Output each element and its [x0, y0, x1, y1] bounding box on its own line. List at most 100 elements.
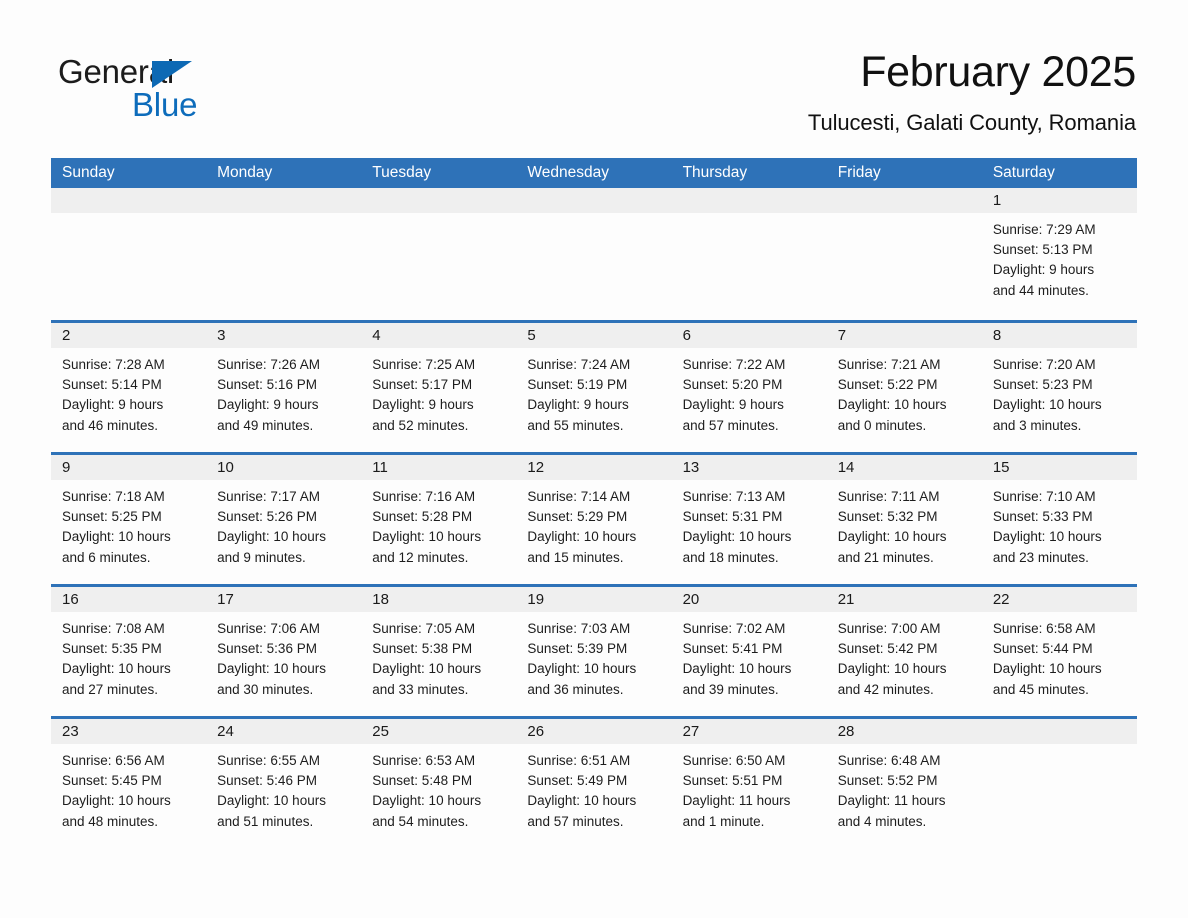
day-detail-line: Sunset: 5:16 PM [217, 377, 317, 393]
day-detail-line: Daylight: 10 hours [217, 661, 326, 677]
calendar-day-cell[interactable]: 3 Sunrise: 7:26 AM Sunset: 5:16 PM Daylight… [206, 323, 362, 452]
day-number: 2 [51, 323, 207, 348]
weekday-header-friday: Friday [837, 164, 881, 181]
day-details: Sunrise: 7:16 AM Sunset: 5:28 PM Daylight:… [361, 480, 516, 568]
calendar-day-cell[interactable]: 9 Sunrise: 7:18 AM Sunset: 5:25 PM Daylight… [51, 455, 207, 584]
day-details: Sunrise: 6:56 AM Sunset: 5:45 PM Daylight:… [51, 744, 206, 832]
calendar-day-cell[interactable]: 15 Sunrise: 7:10 AM Sunset: 5:33 PM Dayligh… [981, 455, 1137, 584]
day-detail-line: Sunset: 5:35 PM [62, 641, 162, 657]
calendar-day-cell[interactable]: 24 Sunrise: 6:55 AM Sunset: 5:46 PM Dayligh… [206, 719, 362, 848]
day-detail-line: Daylight: 9 hours [62, 397, 164, 413]
day-detail-line: and 42 minutes. [837, 681, 934, 697]
day-detail-line: Daylight: 10 hours [837, 529, 947, 545]
day-number: 18 [361, 587, 517, 612]
day-detail-line: Sunset: 5:46 PM [217, 773, 317, 789]
day-number: 21 [826, 587, 982, 612]
day-detail-line: Daylight: 10 hours [837, 661, 947, 677]
day-detail-line: Daylight: 10 hours [62, 661, 171, 677]
calendar-day-cell[interactable]: 8 Sunrise: 7:20 AM Sunset: 5:23 PM Daylight… [981, 323, 1137, 452]
calendar-day-cell[interactable]: 28 Sunrise: 6:48 AM Sunset: 5:52 PM Dayligh… [826, 719, 982, 848]
calendar-day-cell[interactable]: 1 Sunrise: 7:29 AM Sunset: 5:13 PM Daylight… [981, 188, 1137, 320]
calendar-day-cell-empty [51, 188, 207, 320]
day-detail-line: Sunset: 5:28 PM [372, 509, 473, 525]
calendar-day-cell[interactable]: 10 Sunrise: 7:17 AM Sunset: 5:26 PM Dayligh… [206, 455, 362, 584]
day-detail-line: Sunset: 5:38 PM [372, 641, 473, 657]
triangle-icon [152, 61, 192, 88]
day-detail-line: Sunset: 5:36 PM [217, 641, 317, 657]
calendar-day-cell[interactable]: 21 Sunrise: 7:00 AM Sunset: 5:42 PM Dayligh… [826, 587, 982, 716]
calendar-day-cell[interactable]: 7 Sunrise: 7:21 AM Sunset: 5:22 PM Daylight… [826, 323, 982, 452]
day-detail-line: Sunrise: 6:48 AM [837, 753, 941, 768]
day-detail-line: and 18 minutes. [682, 549, 779, 565]
calendar-day-cell-empty [671, 188, 827, 320]
day-detail-line: and 4 minutes. [837, 813, 927, 829]
day-detail-line: Daylight: 10 hours [62, 529, 171, 545]
calendar-day-cell[interactable]: 22 Sunrise: 6:58 AM Sunset: 5:44 PM Dayligh… [981, 587, 1137, 716]
day-detail-line: Sunset: 5:52 PM [837, 773, 938, 789]
day-number: 26 [516, 719, 672, 744]
calendar-day-cell[interactable]: 25 Sunrise: 6:53 AM Sunset: 5:48 PM Dayligh… [361, 719, 517, 848]
day-number [981, 719, 1137, 744]
calendar-day-cell[interactable]: 26 Sunrise: 6:51 AM Sunset: 5:49 PM Dayligh… [516, 719, 672, 848]
calendar-day-cell[interactable]: 5 Sunrise: 7:24 AM Sunset: 5:19 PM Daylight… [516, 323, 672, 452]
calendar-week-row: 2 Sunrise: 7:28 AM Sunset: 5:14 PM Daylight… [51, 320, 1137, 452]
calendar-day-cell[interactable]: 13 Sunrise: 7:13 AM Sunset: 5:31 PM Dayligh… [671, 455, 827, 584]
calendar-day-cell[interactable]: 17 Sunrise: 7:06 AM Sunset: 5:36 PM Dayligh… [206, 587, 362, 716]
day-details: Sunrise: 7:13 AM Sunset: 5:31 PM Daylight:… [672, 480, 827, 568]
calendar-day-cell[interactable]: 19 Sunrise: 7:03 AM Sunset: 5:39 PM Dayligh… [516, 587, 672, 716]
calendar-week-row: 9 Sunrise: 7:18 AM Sunset: 5:25 PM Daylight… [51, 452, 1137, 584]
day-detail-line: Sunrise: 7:13 AM [682, 489, 786, 504]
day-number: 20 [671, 587, 827, 612]
day-detail-line: Daylight: 10 hours [217, 793, 326, 809]
day-detail-line: Daylight: 10 hours [217, 529, 326, 545]
day-detail-line: Sunrise: 6:56 AM [62, 753, 165, 768]
day-details: Sunrise: 7:06 AM Sunset: 5:36 PM Daylight:… [206, 612, 361, 700]
day-number: 24 [206, 719, 362, 744]
day-number [361, 188, 517, 213]
day-detail-line: Daylight: 9 hours [992, 262, 1095, 278]
calendar-day-cell[interactable]: 16 Sunrise: 7:08 AM Sunset: 5:35 PM Dayligh… [51, 587, 207, 716]
calendar-day-cell[interactable]: 2 Sunrise: 7:28 AM Sunset: 5:14 PM Daylight… [51, 323, 207, 452]
day-detail-line: Daylight: 10 hours [527, 661, 637, 677]
day-detail-line: Sunset: 5:39 PM [527, 641, 628, 657]
day-number: 11 [361, 455, 517, 480]
day-detail-line: and 33 minutes. [372, 681, 469, 697]
generalblue-logo[interactable]: General Blue [58, 55, 318, 131]
day-detail-line: Sunset: 5:33 PM [992, 509, 1093, 525]
calendar-day-cell[interactable]: 23 Sunrise: 6:56 AM Sunset: 5:45 PM Dayligh… [51, 719, 207, 848]
day-number: 12 [516, 455, 672, 480]
day-details: Sunrise: 7:08 AM Sunset: 5:35 PM Daylight:… [51, 612, 206, 700]
day-detail-line: Sunset: 5:14 PM [62, 377, 162, 393]
day-details: Sunrise: 7:18 AM Sunset: 5:25 PM Daylight:… [51, 480, 206, 568]
day-number: 15 [981, 455, 1137, 480]
calendar-day-cell[interactable]: 4 Sunrise: 7:25 AM Sunset: 5:17 PM Daylight… [361, 323, 517, 452]
day-detail-line: Sunrise: 6:53 AM [372, 753, 476, 768]
day-number [826, 188, 982, 213]
day-detail-line: Sunrise: 7:24 AM [527, 357, 631, 372]
calendar-day-cell-empty [206, 188, 362, 320]
day-number: 5 [516, 323, 672, 348]
calendar-day-cell[interactable]: 14 Sunrise: 7:11 AM Sunset: 5:32 PM Dayligh… [826, 455, 982, 584]
day-number: 7 [826, 323, 982, 348]
calendar-day-cell[interactable]: 6 Sunrise: 7:22 AM Sunset: 5:20 PM Daylight… [671, 323, 827, 452]
day-detail-line: Daylight: 10 hours [372, 793, 482, 809]
day-detail-line: Sunrise: 7:20 AM [992, 357, 1096, 372]
day-detail-line: Sunset: 5:31 PM [682, 509, 783, 525]
day-detail-line: Sunrise: 7:05 AM [372, 621, 476, 636]
calendar-day-cell[interactable]: 11 Sunrise: 7:16 AM Sunset: 5:28 PM Dayligh… [361, 455, 517, 584]
calendar-day-cell[interactable]: 20 Sunrise: 7:02 AM Sunset: 5:41 PM Dayligh… [671, 587, 827, 716]
day-detail-line: and 0 minutes. [837, 417, 927, 433]
calendar-day-cell[interactable]: 27 Sunrise: 6:50 AM Sunset: 5:51 PM Dayligh… [671, 719, 827, 848]
day-detail-line: Daylight: 10 hours [992, 529, 1102, 545]
day-details: Sunrise: 6:50 AM Sunset: 5:51 PM Daylight:… [672, 744, 827, 832]
day-detail-line: Daylight: 11 hours [837, 793, 946, 809]
day-number [206, 188, 362, 213]
day-detail-line: Sunrise: 7:16 AM [372, 489, 476, 504]
calendar-day-cell[interactable]: 18 Sunrise: 7:05 AM Sunset: 5:38 PM Dayligh… [361, 587, 517, 716]
weekday-header-wednesday: Wednesday [527, 164, 609, 181]
calendar-day-cell[interactable]: 12 Sunrise: 7:14 AM Sunset: 5:29 PM Dayligh… [516, 455, 672, 584]
calendar-day-cell-empty [826, 188, 982, 320]
weekday-header-row: Sunday Monday Tuesday Wednesday Thursday… [51, 158, 1137, 188]
day-detail-line: Sunrise: 6:50 AM [682, 753, 786, 768]
day-detail-line: and 36 minutes. [527, 681, 624, 697]
